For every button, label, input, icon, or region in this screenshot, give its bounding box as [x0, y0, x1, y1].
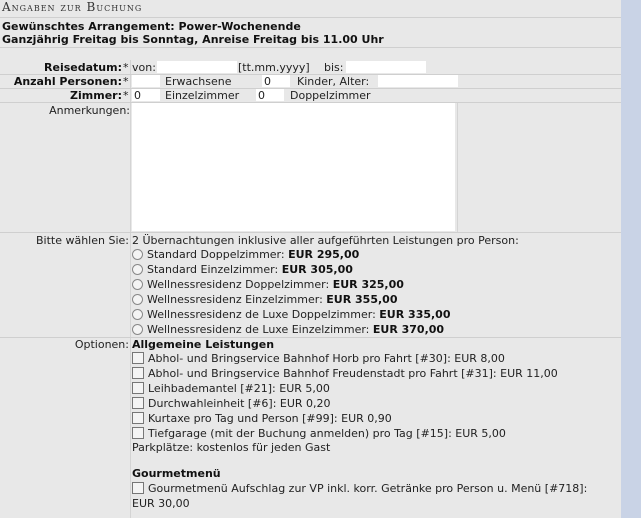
bis-input[interactable]	[346, 61, 426, 73]
column-divider	[457, 102, 458, 232]
gourmet-title: Gourmetmenü	[132, 467, 221, 480]
von-input[interactable]	[157, 61, 237, 73]
checkbox[interactable]	[132, 382, 144, 394]
anmerkungen-textarea[interactable]	[132, 103, 455, 231]
booking-panel: Angaben zur Buchung Gewünschtes Arrangem…	[0, 0, 621, 518]
divider	[0, 232, 621, 233]
bis-label: bis:	[324, 61, 344, 74]
parking-note: Parkplätze: kostenlos für jeden Gast	[132, 441, 331, 454]
option-checkbox-row[interactable]: Kurtaxe pro Tag und Person [#99]: EUR 0,…	[132, 412, 392, 426]
room-option[interactable]: Wellnessresidenz de Luxe Einzelzimmer: E…	[132, 323, 444, 337]
doppelzimmer-label: Doppelzimmer	[290, 89, 371, 102]
radio-button[interactable]	[132, 308, 143, 320]
divider	[0, 17, 621, 18]
checkbox[interactable]	[132, 397, 144, 409]
option-checkbox-row[interactable]: Gourmetmenü Aufschlag zur VP inkl. korr.…	[132, 482, 587, 496]
required-mark: *	[123, 61, 129, 74]
divider	[0, 47, 621, 48]
radio-button[interactable]	[132, 263, 143, 275]
option-checkbox-row[interactable]: Leihbademantel [#21]: EUR 5,00	[132, 382, 330, 396]
general-services-title: Allgemeine Leistungen	[132, 338, 275, 351]
column-divider	[130, 60, 131, 518]
page-side-strip	[621, 0, 641, 518]
room-option[interactable]: Wellnessresidenz de Luxe Doppelzimmer: E…	[132, 308, 451, 322]
date-format-hint: [tt.mm.yyyy]	[238, 61, 310, 74]
kinder-label: Kinder, Alter:	[297, 75, 370, 88]
option-checkbox-row[interactable]: Tiefgarage (mit der Buchung anmelden) pr…	[132, 427, 506, 441]
option-checkbox-row[interactable]: Durchwahleinheit [#6]: EUR 0,20	[132, 397, 331, 411]
einzelzimmer-input[interactable]	[132, 89, 160, 101]
radio-button[interactable]	[132, 248, 143, 260]
von-label: von:	[132, 61, 156, 74]
doppelzimmer-input[interactable]	[256, 89, 284, 101]
zimmer-label: Zimmer:	[70, 89, 122, 102]
checkbox[interactable]	[132, 482, 144, 494]
radio-button[interactable]	[132, 323, 143, 335]
erwachsene-input[interactable]	[132, 75, 160, 87]
checkbox[interactable]	[132, 427, 144, 439]
options-label: Optionen:	[74, 338, 129, 351]
section-title: Angaben zur Buchung	[2, 0, 143, 14]
checkbox[interactable]	[132, 367, 144, 379]
alter-input[interactable]	[378, 75, 458, 87]
arrangement-subtitle: Ganzjährig Freitag bis Sonntag, Anreise …	[2, 33, 384, 46]
erwachsene-label: Erwachsene	[165, 75, 232, 88]
reisedatum-label: Reisedatum:	[44, 61, 122, 74]
gourmet-price: EUR 30,00	[132, 497, 190, 510]
rooms-label: Bitte wählen Sie:	[35, 234, 129, 247]
radio-button[interactable]	[132, 293, 143, 305]
required-mark: *	[123, 89, 129, 102]
arrangement-title: Gewünschtes Arrangement: Power-Wochenend…	[2, 20, 301, 33]
checkbox[interactable]	[132, 412, 144, 424]
kinder-input[interactable]	[262, 75, 290, 87]
radio-button[interactable]	[132, 278, 143, 290]
room-option[interactable]: Wellnessresidenz Einzelzimmer: EUR 355,0…	[132, 293, 397, 307]
anmerkungen-label: Anmerkungen:	[49, 104, 130, 117]
personen-label: Anzahl Personen:	[13, 75, 122, 88]
checkbox[interactable]	[132, 352, 144, 364]
rooms-intro: 2 Übernachtungen inklusive aller aufgefü…	[132, 234, 519, 247]
option-checkbox-row[interactable]: Abhol- und Bringservice Bahnhof Freudens…	[132, 367, 558, 381]
room-option[interactable]: Wellnessresidenz Doppelzimmer: EUR 325,0…	[132, 278, 404, 292]
room-option[interactable]: Standard Doppelzimmer: EUR 295,00	[132, 248, 359, 262]
required-mark: *	[123, 75, 129, 88]
einzelzimmer-label: Einzelzimmer	[165, 89, 240, 102]
room-option[interactable]: Standard Einzelzimmer: EUR 305,00	[132, 263, 353, 277]
option-checkbox-row[interactable]: Abhol- und Bringservice Bahnhof Horb pro…	[132, 352, 505, 366]
